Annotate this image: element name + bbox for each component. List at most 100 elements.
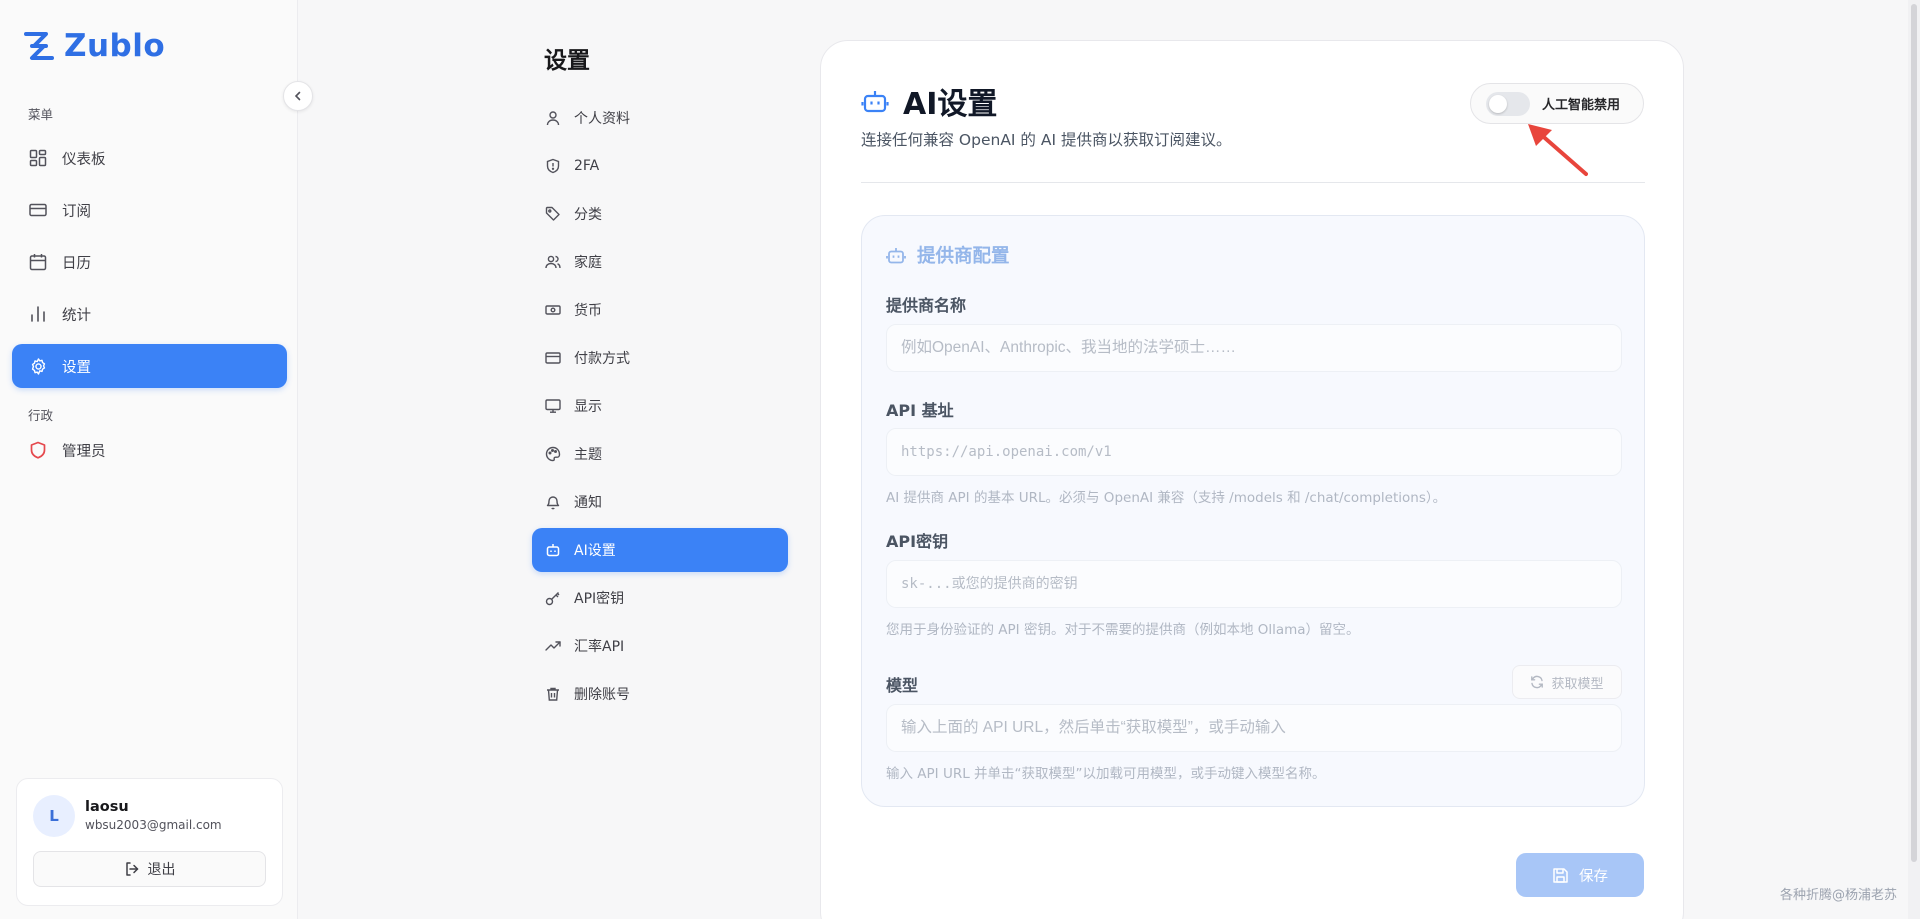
settings-nav-delete-account[interactable]: 删除账号 (532, 672, 788, 716)
provider-name-label: 提供商名称 (886, 296, 967, 315)
base-url-input[interactable] (886, 428, 1622, 476)
fetch-models-label: 获取模型 (1551, 676, 1604, 692)
user-email: wbsu2003@gmail.com (85, 818, 222, 832)
logout-icon (124, 861, 140, 877)
collapse-sidebar-button[interactable] (283, 81, 313, 111)
page-scrollbar[interactable] (1908, 0, 1920, 919)
page-title: AI设置 (903, 87, 998, 122)
bell-icon (544, 493, 562, 511)
shield-icon (28, 440, 48, 460)
base-url-help: AI 提供商 API 的基本 URL。必须与 OpenAI 兼容（支持 /mod… (886, 490, 1447, 506)
save-button[interactable]: 保存 (1516, 853, 1644, 897)
base-url-label: API 基址 (886, 401, 954, 420)
settings-nav-currency[interactable]: 货币 (532, 288, 788, 332)
scrollbar-thumb[interactable] (1911, 4, 1917, 862)
settings-nav-label: API密钥 (574, 591, 625, 607)
sidebar-item-calendar[interactable]: 日历 (12, 240, 287, 284)
model-label: 模型 (886, 676, 919, 695)
settings-nav-theme[interactable]: 主题 (532, 432, 788, 476)
settings-nav-label: 删除账号 (574, 687, 630, 703)
refresh-icon (1530, 675, 1544, 689)
settings-nav-label: 付款方式 (574, 351, 630, 367)
page-subtitle: 连接任何兼容 OpenAI 的 AI 提供商以获取订阅建议。 (861, 131, 1232, 149)
settings-nav-profile[interactable]: 个人资料 (532, 96, 788, 140)
section-label-admin: 行政 (28, 408, 54, 423)
avatar: L (33, 795, 75, 837)
calendar-icon (28, 252, 48, 272)
header-divider (861, 182, 1645, 183)
app-name: Zublo (64, 28, 166, 64)
api-key-label: API密钥 (886, 532, 949, 551)
bot-icon (861, 87, 889, 115)
toggle-switch[interactable] (1486, 91, 1530, 116)
ai-enable-toggle[interactable]: 人工智能禁用 (1470, 83, 1644, 124)
sidebar-item-label: 仪表板 (62, 151, 106, 168)
toggle-knob (1489, 94, 1507, 113)
model-help: 输入 API URL 并单击“获取模型”以加载可用模型，或手动键入模型名称。 (886, 766, 1326, 782)
sidebar-item-label: 统计 (62, 307, 91, 324)
chart-icon (28, 304, 48, 324)
model-input[interactable] (886, 704, 1622, 752)
provider-name-input[interactable] (886, 324, 1622, 372)
tag-icon (544, 205, 562, 223)
annotation-arrow-icon (1524, 120, 1588, 180)
user-icon (544, 109, 562, 127)
trash-icon (544, 685, 562, 703)
dashboard-icon (28, 148, 48, 168)
logo-icon (22, 29, 56, 63)
chevron-left-icon (292, 90, 304, 102)
shield-check-icon (544, 157, 562, 175)
sidebar-item-label: 设置 (62, 359, 91, 376)
bot-icon (544, 541, 562, 559)
settings-nav-payment[interactable]: 付款方式 (532, 336, 788, 380)
logout-button[interactable]: 退出 (33, 851, 266, 887)
sidebar-item-settings[interactable]: 设置 (12, 344, 287, 388)
app-logo[interactable]: Zublo (22, 28, 165, 64)
settings-nav-exchange-api[interactable]: 汇率API (532, 624, 788, 668)
sidebar-item-label: 管理员 (62, 443, 106, 460)
sidebar-item-dashboard[interactable]: 仪表板 (12, 136, 287, 180)
settings-nav-household[interactable]: 家庭 (532, 240, 788, 284)
sidebar-item-statistics[interactable]: 统计 (12, 292, 287, 336)
settings-nav-label: 分类 (574, 207, 602, 223)
palette-icon (544, 445, 562, 463)
credit-card-icon (544, 349, 562, 367)
sidebar: Zublo 菜单 仪表板 订阅 日历 统计 设置 行政 管理员 L laosu … (0, 0, 298, 919)
settings-nav-ai[interactable]: AI设置 (532, 528, 788, 572)
provider-config-section: 提供商配置 提供商名称 API 基址 AI 提供商 API 的基本 URL。必须… (861, 215, 1645, 807)
users-icon (544, 253, 562, 271)
gear-icon (28, 356, 48, 376)
settings-nav-notifications[interactable]: 通知 (532, 480, 788, 524)
settings-nav-display[interactable]: 显示 (532, 384, 788, 428)
card-icon (28, 200, 48, 220)
settings-nav-label: 货币 (574, 303, 602, 319)
watermark: 各种折腾@杨浦老苏 (1780, 888, 1898, 903)
key-icon (544, 589, 562, 607)
page-header: AI设置 (861, 79, 997, 123)
api-key-input[interactable] (886, 560, 1622, 608)
settings-title: 设置 (544, 48, 590, 74)
sidebar-item-label: 订阅 (62, 203, 91, 220)
sidebar-item-subscriptions[interactable]: 订阅 (12, 188, 287, 232)
settings-nav-label: 通知 (574, 495, 602, 511)
sidebar-item-label: 日历 (62, 255, 91, 272)
logout-label: 退出 (147, 862, 176, 878)
settings-nav-2fa[interactable]: 2FA (532, 144, 788, 188)
settings-nav-label: 2FA (574, 158, 600, 174)
settings-nav-categories[interactable]: 分类 (532, 192, 788, 236)
fetch-models-button[interactable]: 获取模型 (1512, 665, 1622, 699)
toggle-label: 人工智能禁用 (1542, 98, 1621, 113)
settings-nav-label: 家庭 (574, 255, 602, 271)
sidebar-item-admin[interactable]: 管理员 (12, 428, 287, 472)
user-card: L laosu wbsu2003@gmail.com 退出 (16, 778, 283, 906)
save-icon (1552, 867, 1569, 884)
settings-nav-api-keys[interactable]: API密钥 (532, 576, 788, 620)
provider-config-header: 提供商配置 (886, 242, 1010, 268)
settings-nav-label: 主题 (574, 447, 602, 463)
save-label: 保存 (1579, 868, 1608, 885)
trending-up-icon (544, 637, 562, 655)
user-name: laosu (85, 799, 129, 815)
monitor-icon (544, 397, 562, 415)
section-label-menu: 菜单 (28, 107, 54, 122)
bot-icon (886, 245, 906, 265)
